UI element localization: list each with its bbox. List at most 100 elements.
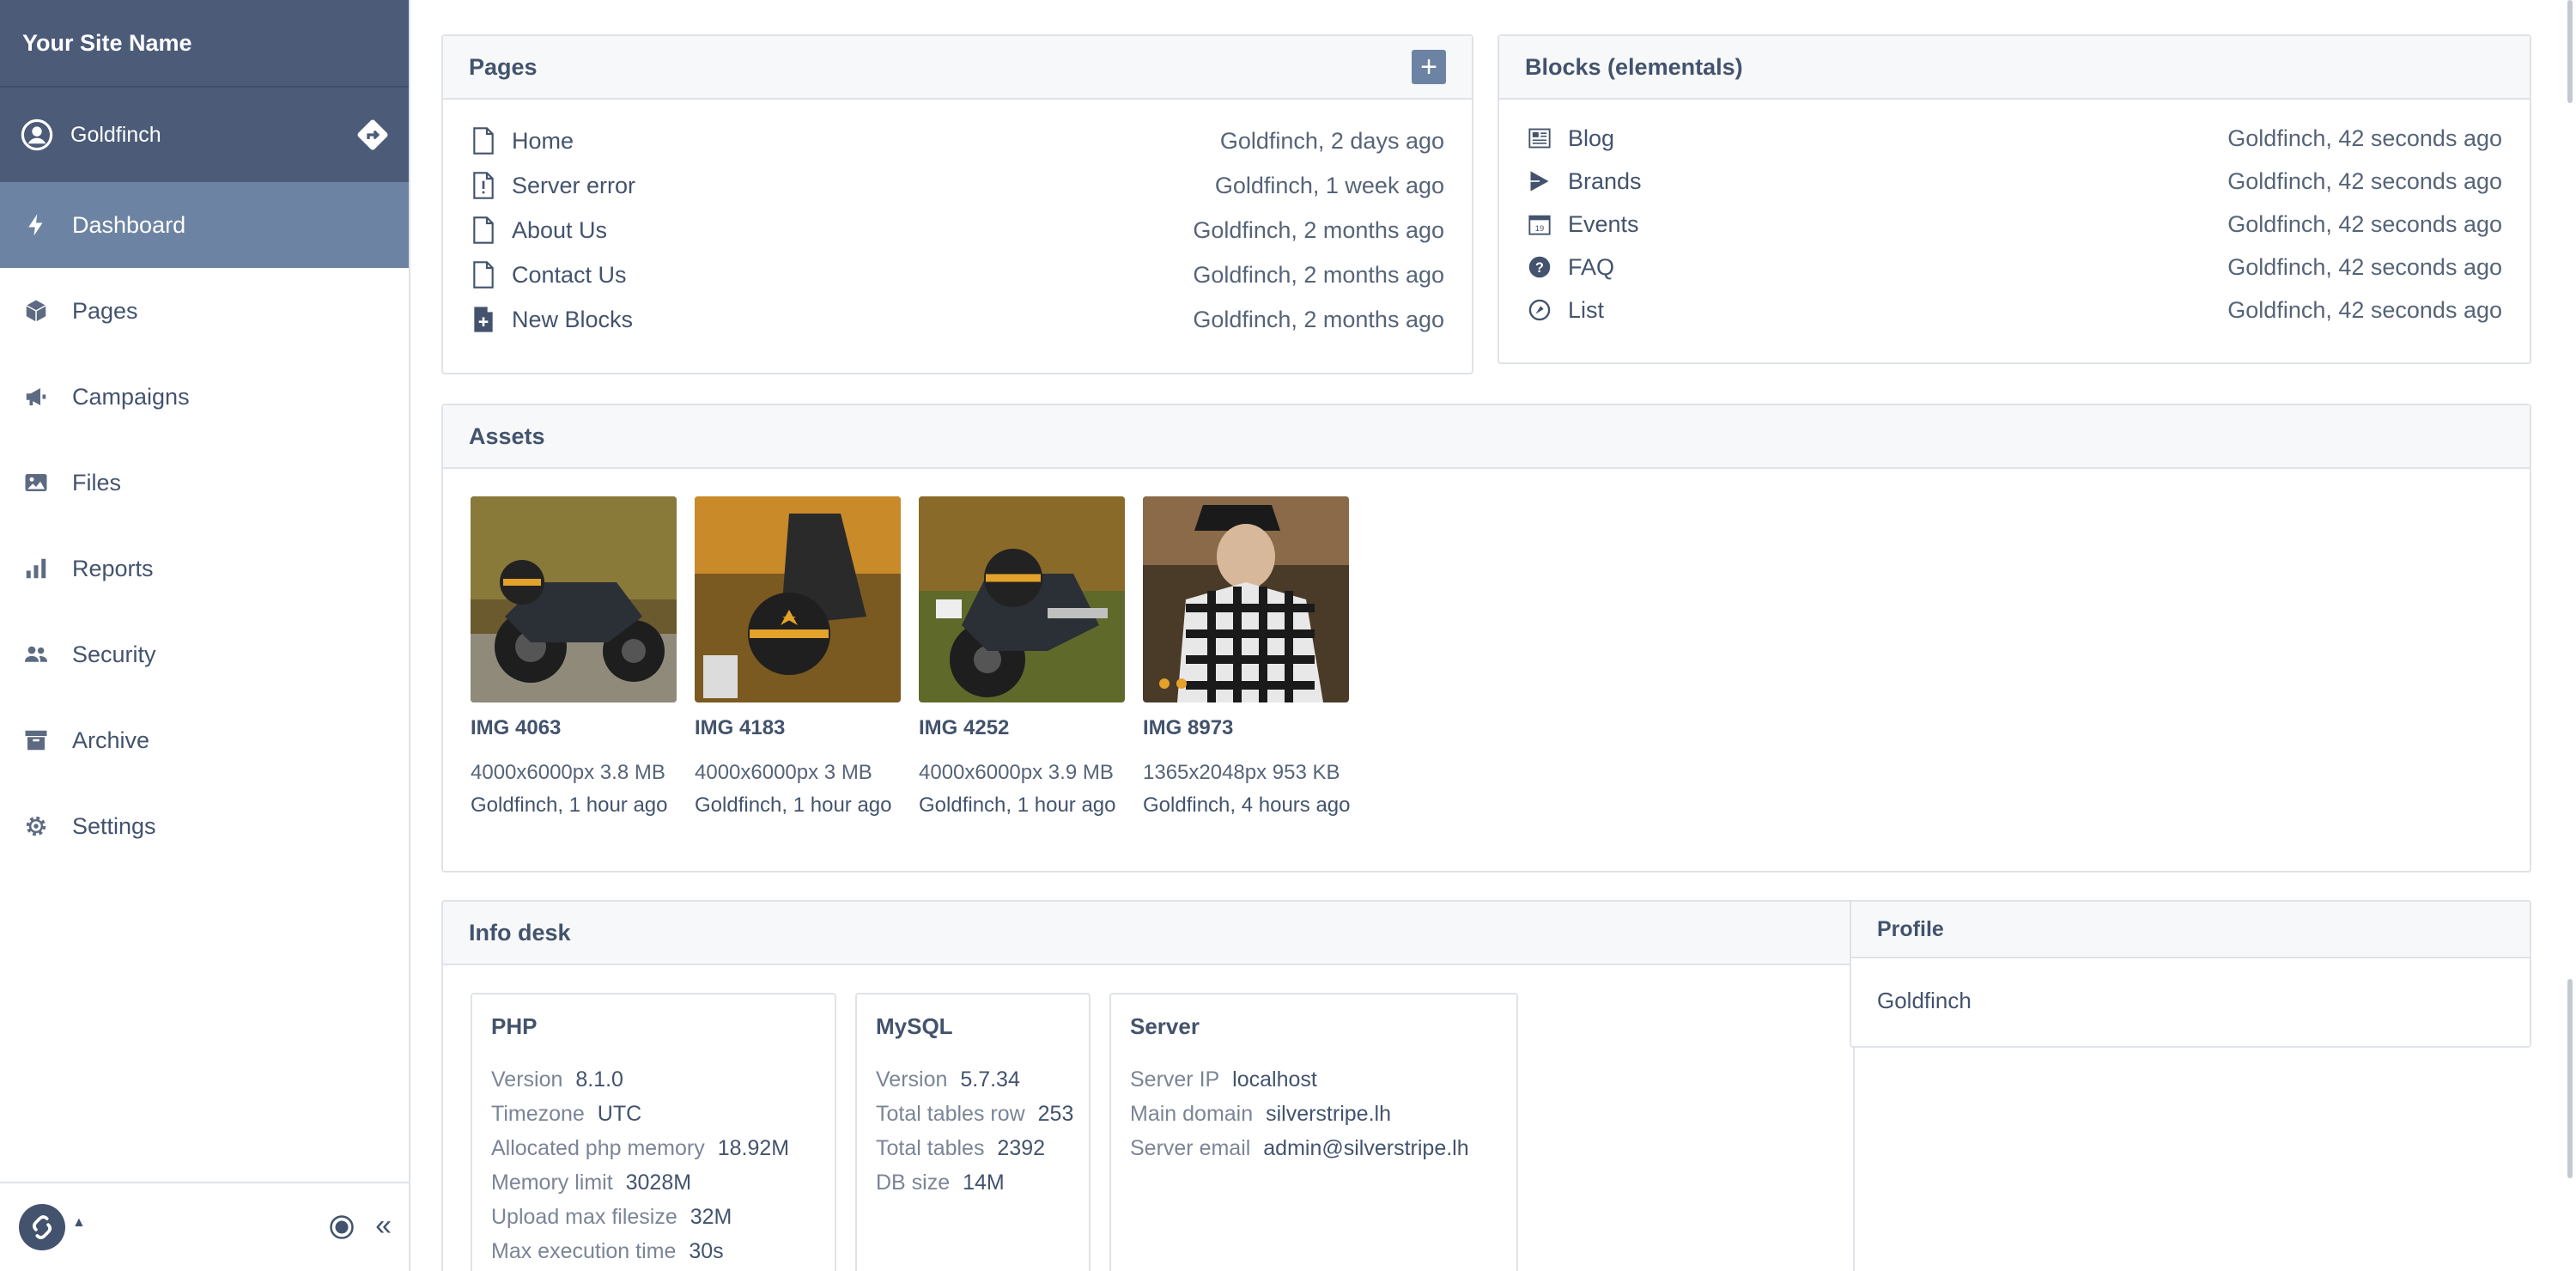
profile-name: Goldfinch bbox=[1877, 988, 1971, 1013]
page-meta: Goldfinch, 2 days ago bbox=[1219, 127, 1444, 154]
nav-item-files[interactable]: Files bbox=[0, 440, 409, 526]
page-row-home[interactable]: Home Goldfinch, 2 days ago bbox=[443, 119, 1472, 163]
info-value: 14M bbox=[963, 1171, 1005, 1195]
page-row-contact-us[interactable]: Contact Us Goldfinch, 2 months ago bbox=[443, 252, 1472, 297]
nav-label: Security bbox=[72, 641, 156, 667]
page-title: Contact Us bbox=[512, 261, 627, 288]
nav-label: Reports bbox=[72, 555, 154, 581]
site-name[interactable]: Your Site Name bbox=[0, 0, 409, 88]
info-key: DB size bbox=[876, 1171, 951, 1195]
asset-card[interactable]: IMG 8973 1365x2048px 953 KB Goldfinch, 4… bbox=[1143, 496, 1351, 818]
info-row: Total tables row 253 bbox=[876, 1097, 1073, 1131]
play-brand-icon bbox=[1527, 167, 1552, 196]
page-icon bbox=[471, 216, 496, 245]
page-meta: Goldfinch, 1 week ago bbox=[1214, 172, 1444, 198]
block-row-list[interactable]: List Goldfinch, 42 seconds ago bbox=[1499, 289, 2530, 331]
assets-panel: Assets IMG 4063 4000x6000px 3.8 MB Goldf… bbox=[441, 404, 2531, 873]
caret-up-icon[interactable]: ▲ bbox=[72, 1215, 86, 1231]
page-scrollbar[interactable] bbox=[2564, 0, 2576, 1271]
blocks-panel: Blocks (elementals) Blog Goldfinch, 42 s… bbox=[1498, 34, 2531, 364]
card-title: PHP bbox=[491, 1013, 538, 1039]
nav-item-archive[interactable]: Archive bbox=[0, 697, 409, 783]
info-key: Main domain bbox=[1130, 1102, 1254, 1126]
info-value: 253 bbox=[1037, 1102, 1074, 1126]
page-row-new-blocks[interactable]: New Blocks Goldfinch, 2 months ago bbox=[443, 297, 1472, 342]
nav-label: Files bbox=[72, 469, 122, 496]
nav-item-reports[interactable]: Reports bbox=[0, 526, 409, 611]
page-row-server-error[interactable]: Server error Goldfinch, 1 week ago bbox=[443, 163, 1472, 208]
pages-panel: Pages + Home Goldfinch, 2 days ago Serve… bbox=[441, 34, 1473, 374]
asset-thumbnail[interactable] bbox=[1143, 496, 1349, 702]
asset-name: IMG 8973 bbox=[1143, 716, 1234, 739]
silverstripe-logo-icon[interactable] bbox=[19, 1204, 65, 1250]
asset-name: IMG 4252 bbox=[919, 716, 1010, 739]
question-icon: ? bbox=[1527, 252, 1552, 282]
asset-dimensions: 4000x6000px 3.9 MB bbox=[919, 761, 1114, 784]
asset-dimensions: 4000x6000px 3 MB bbox=[695, 761, 872, 784]
asset-card[interactable]: IMG 4063 4000x6000px 3.8 MB Goldfinch, 1… bbox=[471, 496, 677, 818]
info-row: Total tables 2392 bbox=[876, 1131, 1070, 1165]
info-row: Memory limit 3028M bbox=[491, 1165, 816, 1200]
info-value: 18.92M bbox=[717, 1136, 790, 1160]
asset-name: IMG 4183 bbox=[695, 716, 786, 739]
page-row-about-us[interactable]: About Us Goldfinch, 2 months ago bbox=[443, 208, 1472, 252]
page-title: New Blocks bbox=[512, 306, 634, 332]
asset-thumbnail[interactable] bbox=[471, 496, 677, 702]
svg-text:19: 19 bbox=[1535, 224, 1544, 233]
info-key: Allocated php memory bbox=[491, 1136, 705, 1160]
user-avatar-icon bbox=[21, 119, 53, 151]
bar-chart-icon bbox=[22, 555, 50, 582]
block-meta: Goldfinch, 42 seconds ago bbox=[2227, 296, 2502, 323]
nav-item-dashboard[interactable]: Dashboard bbox=[0, 182, 409, 268]
nav-item-campaigns[interactable]: Campaigns bbox=[0, 354, 409, 440]
page-icon bbox=[471, 126, 496, 155]
card-title: MySQL bbox=[876, 1013, 953, 1039]
info-key: Upload max filesize bbox=[491, 1205, 677, 1229]
block-meta: Goldfinch, 42 seconds ago bbox=[2227, 210, 2502, 237]
block-title: FAQ bbox=[1568, 253, 1615, 280]
lightning-icon bbox=[22, 211, 50, 239]
info-row: DB size 14M bbox=[876, 1165, 1070, 1200]
nav-item-security[interactable]: Security bbox=[0, 611, 409, 697]
info-key: Memory limit bbox=[491, 1171, 613, 1195]
preview-mode-icon[interactable] bbox=[329, 1214, 355, 1240]
directions-icon[interactable] bbox=[355, 118, 390, 152]
scrollbar-thumb-top[interactable] bbox=[2567, 0, 2573, 103]
info-key: Total tables row bbox=[876, 1102, 1025, 1126]
nav-item-pages[interactable]: Pages bbox=[0, 268, 409, 354]
scrollbar-thumb[interactable] bbox=[2567, 979, 2573, 1178]
page-title: Server error bbox=[512, 172, 636, 198]
block-row-brands[interactable]: Brands Goldfinch, 42 seconds ago bbox=[1499, 160, 2530, 203]
collapse-sidebar-button[interactable]: « bbox=[375, 1209, 392, 1243]
nav-item-settings[interactable]: Settings bbox=[0, 783, 409, 869]
block-meta: Goldfinch, 42 seconds ago bbox=[2227, 167, 2502, 194]
info-key: Version bbox=[491, 1067, 563, 1092]
panel-title: Pages bbox=[469, 53, 538, 80]
info-key: Version bbox=[876, 1067, 948, 1092]
info-row: Main domain silverstripe.lh bbox=[1130, 1097, 1498, 1131]
info-key: Server IP bbox=[1130, 1067, 1220, 1092]
info-row: Timezone UTC bbox=[491, 1097, 816, 1131]
block-row-faq[interactable]: ? FAQ Goldfinch, 42 seconds ago bbox=[1499, 246, 2530, 289]
user-menu[interactable]: Goldfinch bbox=[0, 88, 409, 182]
asset-card[interactable]: IMG 4252 4000x6000px 3.9 MB Goldfinch, 1… bbox=[919, 496, 1125, 818]
asset-thumbnail[interactable] bbox=[695, 496, 901, 702]
svg-text:?: ? bbox=[1535, 260, 1544, 276]
info-value: localhost bbox=[1232, 1067, 1317, 1092]
info-value: 3028M bbox=[625, 1171, 692, 1195]
page-blocks-icon bbox=[471, 305, 496, 334]
asset-thumbnail[interactable] bbox=[919, 496, 1125, 702]
panel-title: Profile bbox=[1877, 916, 1944, 941]
add-page-button[interactable]: + bbox=[1412, 50, 1446, 84]
info-value: 32M bbox=[690, 1205, 732, 1229]
panel-title: Assets bbox=[469, 423, 545, 449]
block-row-blog[interactable]: Blog Goldfinch, 42 seconds ago bbox=[1499, 117, 2530, 160]
nav-label: Archive bbox=[72, 727, 150, 753]
info-value: silverstripe.lh bbox=[1266, 1102, 1391, 1126]
page-meta: Goldfinch, 2 months ago bbox=[1193, 261, 1444, 288]
asset-card[interactable]: IMG 4183 4000x6000px 3 MB Goldfinch, 1 h… bbox=[695, 496, 901, 818]
info-value: 5.7.34 bbox=[960, 1067, 1020, 1092]
block-row-events[interactable]: 19 Events Goldfinch, 42 seconds ago bbox=[1499, 203, 2530, 246]
info-value: 2392 bbox=[997, 1136, 1046, 1160]
info-value: 8.1.0 bbox=[575, 1067, 623, 1092]
